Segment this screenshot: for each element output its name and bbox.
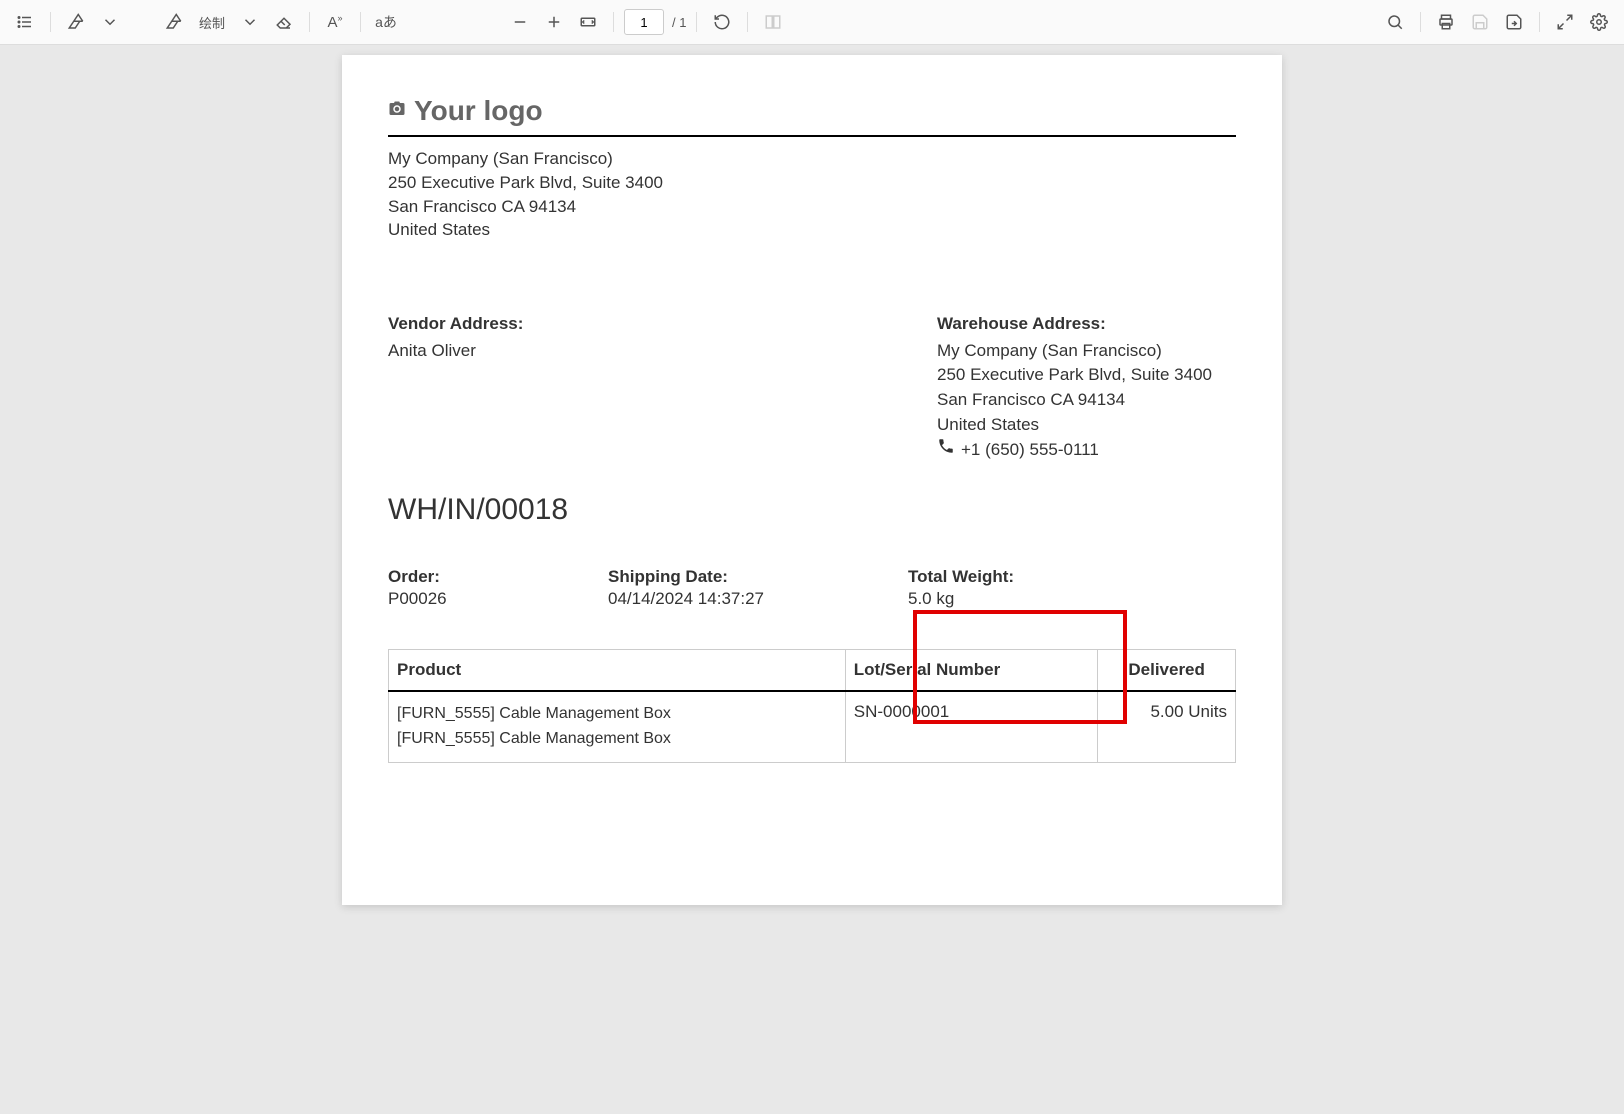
document-number: WH/IN/00018 xyxy=(388,493,1236,527)
fit-width-icon[interactable] xyxy=(573,7,603,37)
company-address: My Company (San Francisco) 250 Executive… xyxy=(388,147,1236,242)
draw-dropdown-icon[interactable] xyxy=(235,7,265,37)
items-table: Product Lot/Serial Number Delivered [FUR… xyxy=(388,649,1236,763)
vendor-address: Vendor Address: Anita Oliver xyxy=(388,312,687,463)
pdf-toolbar: 绘制 A» aあ / 1 xyxy=(0,0,1624,45)
order-value: P00026 xyxy=(388,589,588,609)
logo-placeholder: Your logo xyxy=(388,95,1236,127)
total-weight-value: 5.0 kg xyxy=(908,589,1108,609)
page-number-input[interactable] xyxy=(624,9,664,35)
save-as-icon[interactable] xyxy=(1499,7,1529,37)
th-product: Product xyxy=(389,650,846,692)
shipping-date-value: 04/14/2024 14:37:27 xyxy=(608,589,888,609)
eraser-icon[interactable] xyxy=(269,7,299,37)
expand-icon[interactable] xyxy=(1550,7,1580,37)
table-row: [FURN_5555] Cable Management Box [FURN_5… xyxy=(389,691,1236,762)
warehouse-address: Warehouse Address: My Company (San Franc… xyxy=(707,312,1236,463)
zoom-out-icon[interactable] xyxy=(505,7,535,37)
shipping-date-label: Shipping Date: xyxy=(608,567,888,587)
rotate-icon[interactable] xyxy=(707,7,737,37)
highlighter-icon[interactable] xyxy=(61,7,91,37)
total-weight-label: Total Weight: xyxy=(908,567,1108,587)
toc-icon[interactable] xyxy=(10,7,40,37)
save-icon[interactable] xyxy=(1465,7,1495,37)
text-lang-icon[interactable]: aあ xyxy=(371,7,401,37)
document-page: Your logo My Company (San Francisco) 250… xyxy=(342,55,1282,905)
settings-icon[interactable] xyxy=(1584,7,1614,37)
page-layout-icon[interactable] xyxy=(758,7,788,37)
pen-icon[interactable] xyxy=(159,7,189,37)
logo-text: Your logo xyxy=(414,95,543,127)
camera-icon xyxy=(388,98,406,124)
th-delivered: Delivered xyxy=(1098,650,1236,692)
highlighter-dropdown-icon[interactable] xyxy=(95,7,125,37)
draw-label[interactable]: 绘制 xyxy=(193,7,231,37)
meta-row: Order: P00026 Shipping Date: 04/14/2024 … xyxy=(388,567,1236,609)
page-total: / 1 xyxy=(672,15,686,30)
th-lot: Lot/Serial Number xyxy=(845,650,1097,692)
text-style-icon[interactable]: A» xyxy=(320,7,350,37)
print-icon[interactable] xyxy=(1431,7,1461,37)
header-rule xyxy=(388,135,1236,137)
zoom-in-icon[interactable] xyxy=(539,7,569,37)
phone-icon xyxy=(937,437,955,463)
order-label: Order: xyxy=(388,567,588,587)
search-icon[interactable] xyxy=(1380,7,1410,37)
